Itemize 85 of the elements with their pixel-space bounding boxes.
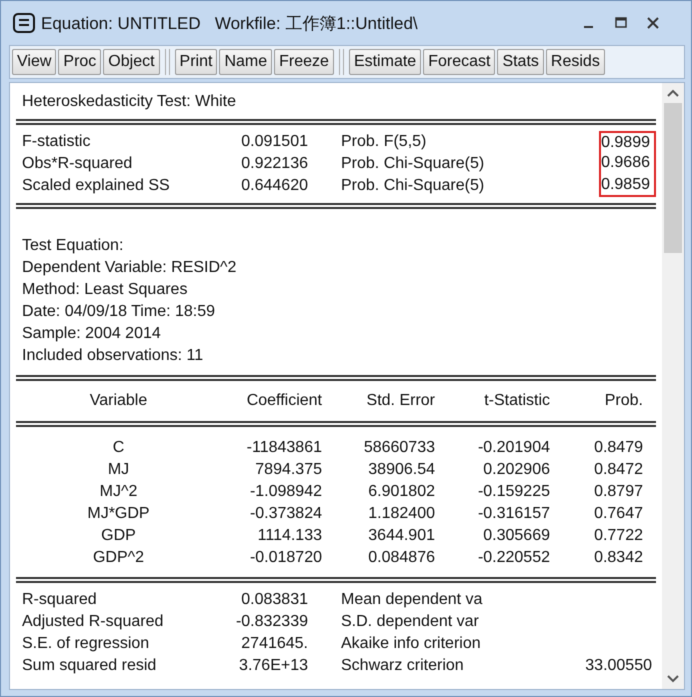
prob-value: 0.9686 xyxy=(599,153,656,175)
column-header: Coefficient xyxy=(246,391,322,411)
column-header: t-Statistic xyxy=(483,391,550,411)
menu-icon[interactable] xyxy=(13,13,35,33)
stat-label: Mean dependent va xyxy=(340,590,484,610)
stat-label: F-statistic xyxy=(21,132,92,152)
info-line: Dependent Variable: RESID^2 xyxy=(21,258,238,278)
table-cell-text: 0.202906 xyxy=(482,460,550,480)
table-cell-text: 0.8472 xyxy=(593,460,643,480)
table-cell-text: 0.7722 xyxy=(593,526,643,546)
scroll-down-icon[interactable] xyxy=(667,675,679,683)
table-cell-text: 38906.54 xyxy=(367,460,435,480)
table-cell-text: MJ*GDP xyxy=(86,504,151,524)
stat-label: Obs*R-squared xyxy=(21,154,134,174)
toolbar-button[interactable]: Stats xyxy=(497,49,544,75)
table-cell-text: -0.316157 xyxy=(476,504,550,524)
table-cell-text: -11843861 xyxy=(246,438,322,458)
stat-value: 33.00550 xyxy=(585,656,653,676)
table-cell-text: 1.182400 xyxy=(367,504,435,524)
stat-label: Akaike info criterion xyxy=(340,634,482,654)
toolbar-button[interactable]: Freeze xyxy=(274,49,334,75)
column-header: Variable xyxy=(88,391,148,411)
table-cell-text: MJ^2 xyxy=(98,482,138,502)
table-cell-text: -0.159225 xyxy=(476,482,550,502)
column-header: Std. Error xyxy=(366,391,435,411)
window-title: Equation: UNTITLED Workfile: 工作簿1::Untitled\ xyxy=(41,12,418,34)
table-cell-text: 0.8479 xyxy=(593,438,643,458)
prob-label: Prob. Chi-Square(5) xyxy=(340,176,486,196)
stat-label: R-squared xyxy=(21,590,98,610)
scrollbar[interactable] xyxy=(662,83,684,689)
table-cell-text: 0.8797 xyxy=(593,482,643,502)
info-line: Sample: 2004 2014 xyxy=(21,324,162,344)
column-header: Prob. xyxy=(604,391,643,411)
stat-label: Schwarz criterion xyxy=(340,656,465,676)
table-cell-text: C xyxy=(112,438,126,458)
stat-value: 0.644620 xyxy=(240,176,308,196)
stat-value: 0.083831 xyxy=(240,590,308,610)
toolbar-button[interactable]: Estimate xyxy=(348,49,422,75)
stat-value: 2741645. xyxy=(240,634,308,654)
table-cell-text: 0.7647 xyxy=(593,504,643,524)
table-cell-text: 0.084876 xyxy=(367,548,435,568)
table-cell-text: 0.8342 xyxy=(593,548,643,568)
toolbar-button[interactable]: Resids xyxy=(546,49,605,75)
test-title: Heteroskedasticity Test: White xyxy=(21,92,238,112)
table-cell-text: MJ xyxy=(106,460,130,480)
table-cell-text: 6.901802 xyxy=(367,482,435,502)
table-cell-text: 7894.375 xyxy=(254,460,322,480)
close-icon[interactable] xyxy=(647,17,659,29)
table-cell-text: GDP xyxy=(100,526,137,546)
toolbar-button[interactable]: Object xyxy=(103,49,160,75)
stat-label: S.D. dependent var xyxy=(340,612,480,632)
maximize-icon[interactable] xyxy=(615,17,627,29)
info-line: Date: 04/09/18 Time: 18:59 xyxy=(21,302,216,322)
scroll-up-icon[interactable] xyxy=(667,89,679,97)
table-cell-text: 1114.133 xyxy=(256,526,322,546)
info-line: Method: Least Squares xyxy=(21,280,188,300)
stat-label: Adjusted R-squared xyxy=(21,612,164,632)
table-cell-text: 0.305669 xyxy=(482,526,550,546)
scrollbar-thumb[interactable] xyxy=(664,103,682,253)
table-cell-text: -1.098942 xyxy=(248,482,322,502)
toolbar-button[interactable]: Forecast xyxy=(423,49,496,75)
toolbar-button[interactable]: View xyxy=(12,49,56,75)
prob-label: Prob. F(5,5) xyxy=(340,132,428,152)
toolbar-button[interactable]: Name xyxy=(219,49,272,75)
table-cell-text: -0.018720 xyxy=(248,548,322,568)
stat-value: -0.832339 xyxy=(234,612,308,632)
table-cell-text: GDP^2 xyxy=(92,548,146,568)
table-cell-text: -0.373824 xyxy=(248,504,322,524)
stat-value: 0.091501 xyxy=(240,132,308,152)
stat-label: Scaled explained SS xyxy=(21,176,171,196)
prob-value: 0.9859 xyxy=(599,175,656,197)
table-cell-text: -0.201904 xyxy=(476,438,550,458)
stat-label: S.E. of regression xyxy=(21,634,150,654)
table-cell-text: 3644.901 xyxy=(367,526,435,546)
toolbar-button[interactable]: Proc xyxy=(58,49,102,75)
info-line: Test Equation: xyxy=(21,236,124,256)
table-cell-text: -0.220552 xyxy=(476,548,550,568)
stat-label: Sum squared resid xyxy=(21,656,158,676)
table-cell-text: 58660733 xyxy=(362,438,435,458)
prob-value: 0.9899 xyxy=(599,131,656,153)
info-line: Included observations: 11 xyxy=(21,346,204,366)
stat-value: 0.922136 xyxy=(240,154,308,174)
toolbar-button[interactable]: Print xyxy=(174,49,218,75)
prob-label: Prob. Chi-Square(5) xyxy=(340,154,486,174)
stat-value: 3.76E+13 xyxy=(238,656,308,676)
